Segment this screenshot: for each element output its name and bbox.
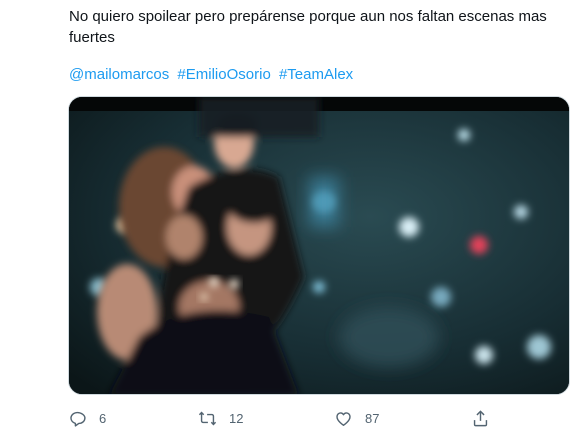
video-frame [69,97,569,394]
reply-icon [70,411,86,427]
tweet-actions: 6 12 87 [0,404,582,432]
hashtag-link-emilioosorio[interactable]: #EmilioOsorio [177,66,270,83]
like-icon [336,411,351,426]
mention-link[interactable]: @mailomarcos [69,66,169,83]
like-button[interactable]: 87 [334,404,379,432]
tweet-text: No quiero spoilear pero prepárense porqu… [69,8,547,46]
retweet-button[interactable]: 12 [198,404,243,432]
share-button[interactable] [471,404,490,432]
hashtag-link-teamalex[interactable]: #TeamAlex [279,66,353,83]
video-media[interactable] [68,96,570,395]
share-icon [473,409,488,426]
reply-count: 6 [99,410,107,426]
retweet-icon [198,411,217,425]
reply-button[interactable]: 6 [68,404,106,432]
like-count: 87 [365,410,380,426]
tweet-tags: @mailomarcos #EmilioOsorio #TeamAlex [69,65,357,85]
retweet-count: 12 [229,410,244,426]
